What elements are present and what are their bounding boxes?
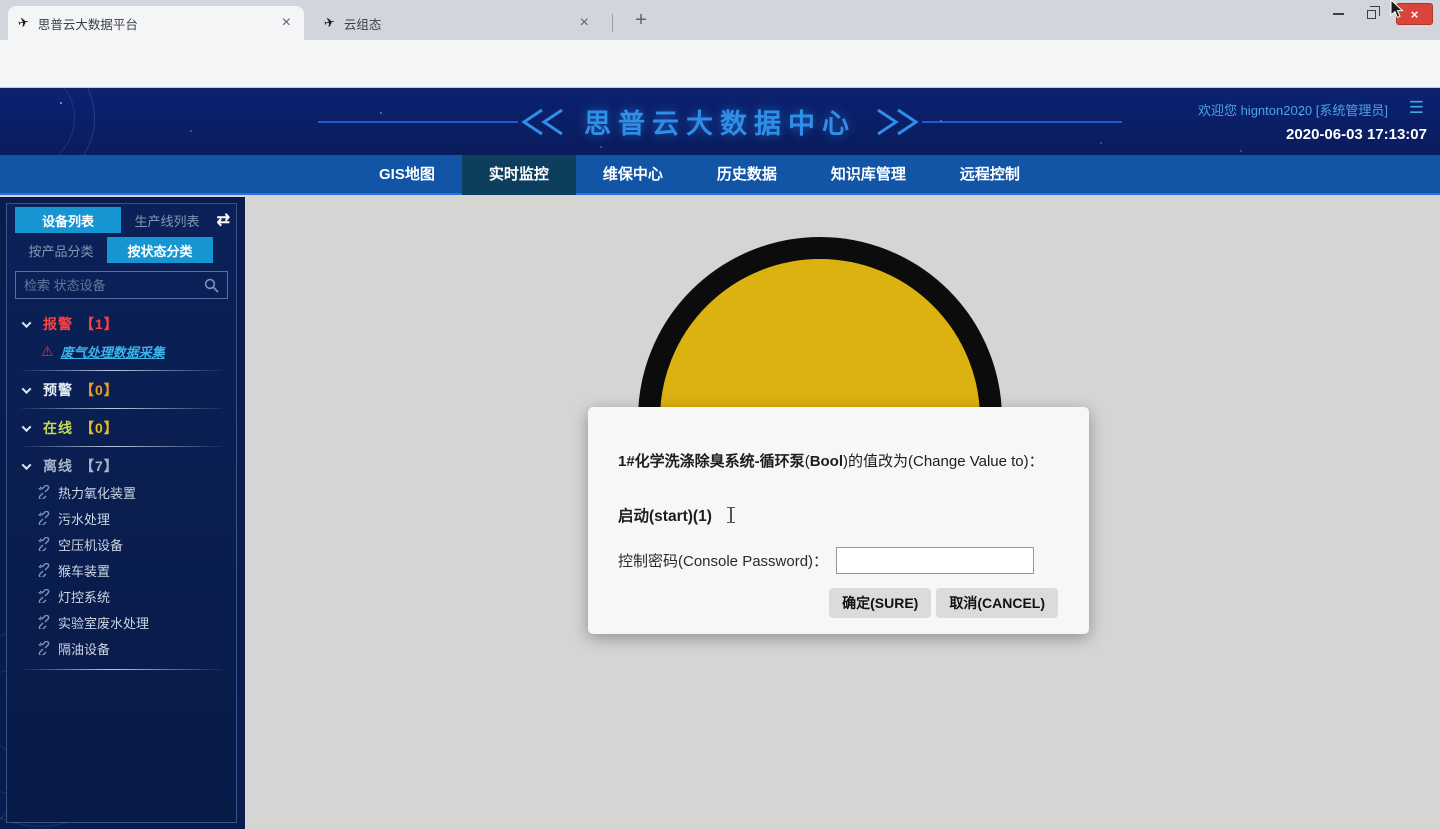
broken-link-icon <box>37 537 51 551</box>
group-label: 报警 <box>43 314 73 334</box>
app-header: 思普云大数据中心 欢迎您 hignton2020 [系统管理员] ☰ 2020-… <box>0 88 1440 155</box>
divider <box>21 446 222 447</box>
cancel-button[interactable]: 取消(CANCEL) <box>936 588 1058 618</box>
group-count: 【7】 <box>80 456 119 476</box>
chevron-down-icon <box>22 384 32 394</box>
broken-link-icon <box>37 485 51 499</box>
site-favicon-icon: ✈ <box>16 14 30 32</box>
device-label: 热力氧化装置 <box>58 483 136 502</box>
site-favicon-icon: ✈ <box>322 14 336 32</box>
sidebar-panel: 设备列表 生产线列表 ⇄ 按产品分类 按状态分类 报警 【1】 ⚠ 废气处理数据… <box>6 203 237 823</box>
group-count: 【0】 <box>80 380 119 400</box>
search-icon[interactable] <box>204 278 219 293</box>
tree-group-offline[interactable]: 离线 【7】 <box>7 453 236 479</box>
device-label: 猴车装置 <box>58 561 110 580</box>
nav-item-remote-control[interactable]: 远程控制 <box>933 155 1047 195</box>
tree-item-offline-device[interactable]: 热力氧化装置 <box>7 479 236 505</box>
divider <box>21 669 222 670</box>
tree-item-offline-device[interactable]: 隔油设备 <box>7 635 236 661</box>
tab-by-product[interactable]: 按产品分类 <box>15 237 107 263</box>
change-value-dialog: 1#化学洗涤除臭系统-循环泵(Bool)的值改为(Change Value to… <box>588 407 1089 634</box>
msg-text: )的值改为(Change Value to)： <box>843 453 1044 470</box>
divider <box>21 370 222 371</box>
tree-group-online[interactable]: 在线 【0】 <box>7 415 236 441</box>
welcome-user-label: 欢迎您 hignton2020 [系统管理员] <box>1198 100 1388 119</box>
chevron-down-icon <box>22 422 32 432</box>
tree-item-offline-device[interactable]: 猴车装置 <box>7 557 236 583</box>
device-sidebar: 设备列表 生产线列表 ⇄ 按产品分类 按状态分类 报警 【1】 ⚠ 废气处理数据… <box>0 197 245 829</box>
window-restore-button[interactable] <box>1355 3 1387 25</box>
sure-button[interactable]: 确定(SURE) <box>829 588 931 618</box>
dialog-new-value: 启动(start)(1) <box>618 504 736 526</box>
nav-item-knowledge-base[interactable]: 知识库管理 <box>804 155 933 195</box>
minimize-icon <box>1333 13 1344 15</box>
chevron-down-icon <box>22 318 32 328</box>
warning-icon: ⚠ <box>41 343 54 360</box>
group-label: 预警 <box>43 380 73 400</box>
broken-link-icon <box>37 563 51 577</box>
restore-icon <box>1367 10 1376 19</box>
password-row: 控制密码(Console Password)： <box>618 547 1034 574</box>
group-label: 在线 <box>43 418 73 438</box>
alarm-device-link[interactable]: 废气处理数据采集 <box>61 342 165 361</box>
tree-group-alarm[interactable]: 报警 【1】 <box>7 311 236 337</box>
device-label: 隔油设备 <box>58 639 110 658</box>
value-type: Bool <box>810 453 843 470</box>
group-label: 离线 <box>43 456 73 476</box>
tree-item-offline-device[interactable]: 实验室废水处理 <box>7 609 236 635</box>
tab-by-status[interactable]: 按状态分类 <box>107 237 213 263</box>
nav-item-gis-map[interactable]: GIS地图 <box>352 155 462 195</box>
broken-link-icon <box>37 589 51 603</box>
status-tree: 报警 【1】 ⚠ 废气处理数据采集 预警 【0】 在线 【0】 <box>7 311 236 670</box>
nav-item-maintenance-center[interactable]: 维保中心 <box>576 155 690 195</box>
console-password-input[interactable] <box>836 547 1034 574</box>
browser-tab-inactive[interactable]: ✈ 云组态 × <box>314 6 602 40</box>
text-cursor-icon <box>726 507 736 524</box>
tree-item-offline-device[interactable]: 空压机设备 <box>7 531 236 557</box>
tree-item-offline-device[interactable]: 灯控系统 <box>7 583 236 609</box>
dialog-message: 1#化学洗涤除臭系统-循环泵(Bool)的值改为(Change Value to… <box>618 450 1059 474</box>
tab-separator <box>612 14 613 32</box>
tree-item-alarm-device[interactable]: ⚠ 废气处理数据采集 <box>7 337 236 365</box>
tab-close-icon[interactable]: × <box>279 15 294 31</box>
divider <box>21 408 222 409</box>
device-label: 空压机设备 <box>58 535 123 554</box>
tab-title: 思普云大数据平台 <box>38 14 279 33</box>
browser-tab-strip: ✈ 思普云大数据平台 × ✈ 云组态 × + × <box>0 0 1440 40</box>
swap-icon[interactable]: ⇄ <box>217 210 230 230</box>
tab-production-line-list[interactable]: 生产线列表 <box>121 207 213 233</box>
tree-group-warning[interactable]: 预警 【0】 <box>7 377 236 403</box>
tab-title: 云组态 <box>344 14 577 33</box>
broken-link-icon <box>37 641 51 655</box>
device-name: 1#化学洗涤除臭系统-循环泵 <box>618 453 805 470</box>
broken-link-icon <box>37 615 51 629</box>
new-value-text: 启动(start)(1) <box>618 504 712 526</box>
nav-item-realtime-monitor[interactable]: 实时监控 <box>462 155 576 195</box>
datetime-label: 2020-06-03 17:13:07 <box>1286 126 1427 143</box>
chevron-down-icon <box>22 460 32 470</box>
mouse-cursor-icon <box>1390 0 1406 20</box>
device-search-box <box>15 271 228 299</box>
window-minimize-button[interactable] <box>1322 3 1354 25</box>
tree-item-offline-device[interactable]: 污水处理 <box>7 505 236 531</box>
browser-address-bar: ← → ↻ i 不安全 | iot.idosp.net/idosp/index.… <box>0 40 1440 88</box>
browser-tab-active[interactable]: ✈ 思普云大数据平台 × <box>8 6 304 40</box>
device-label: 污水处理 <box>58 509 110 528</box>
broken-link-icon <box>37 511 51 525</box>
tab-close-icon[interactable]: × <box>577 15 592 31</box>
nav-item-history-data[interactable]: 历史数据 <box>690 155 804 195</box>
tab-device-list[interactable]: 设备列表 <box>15 207 121 233</box>
group-count: 【0】 <box>80 418 119 438</box>
password-label: 控制密码(Console Password)： <box>618 550 828 571</box>
group-count: 【1】 <box>80 314 119 334</box>
search-input[interactable] <box>24 278 204 293</box>
menu-list-icon[interactable]: ☰ <box>1409 98 1424 118</box>
main-nav: GIS地图 实时监控 维保中心 历史数据 知识库管理 远程控制 <box>0 155 1440 195</box>
device-label: 灯控系统 <box>58 587 110 606</box>
device-label: 实验室废水处理 <box>58 613 149 632</box>
new-tab-button[interactable]: + <box>628 7 654 33</box>
